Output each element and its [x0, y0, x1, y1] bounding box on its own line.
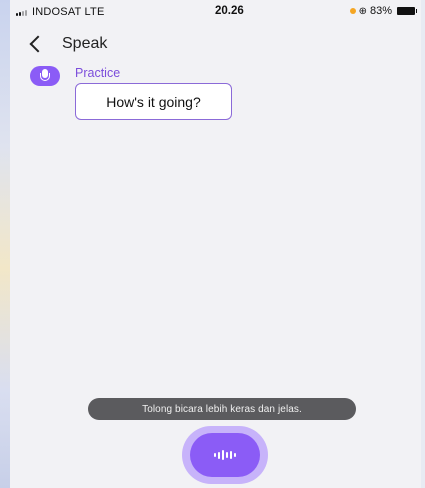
message-text: How's it going? — [106, 93, 201, 110]
orientation-lock-icon: ⊕ — [358, 5, 367, 17]
message-sender: Practice — [75, 66, 121, 80]
carrier-label: INDOSAT LTE — [32, 6, 105, 18]
mic-button[interactable] — [190, 433, 260, 477]
background-decoration — [0, 0, 10, 488]
speak-screen: INDOSAT LTE 20.26 ⊕ 83% Speak Practice H… — [10, 0, 421, 488]
status-time: 20.26 — [215, 5, 244, 17]
battery-percent: 83% — [369, 5, 392, 17]
chevron-left-icon[interactable] — [29, 35, 47, 53]
signal-icon — [16, 10, 27, 16]
toast-text: Tolong bicara lebih keras dan jelas. — [142, 403, 302, 415]
page-title: Speak — [62, 35, 108, 52]
toast-message: Tolong bicara lebih keras dan jelas. — [88, 398, 356, 420]
status-right: ⊕ 83% — [349, 5, 417, 17]
message-bubble: How's it going? — [75, 83, 232, 120]
header: Speak — [10, 30, 421, 60]
status-bar: INDOSAT LTE 20.26 ⊕ 83% — [10, 0, 421, 22]
recording-dot-icon — [349, 8, 356, 14]
battery-icon — [397, 7, 417, 15]
mic-button-halo — [182, 426, 268, 484]
practice-avatar — [30, 66, 60, 86]
microphone-icon — [39, 69, 51, 83]
sound-wave-icon — [214, 450, 236, 460]
